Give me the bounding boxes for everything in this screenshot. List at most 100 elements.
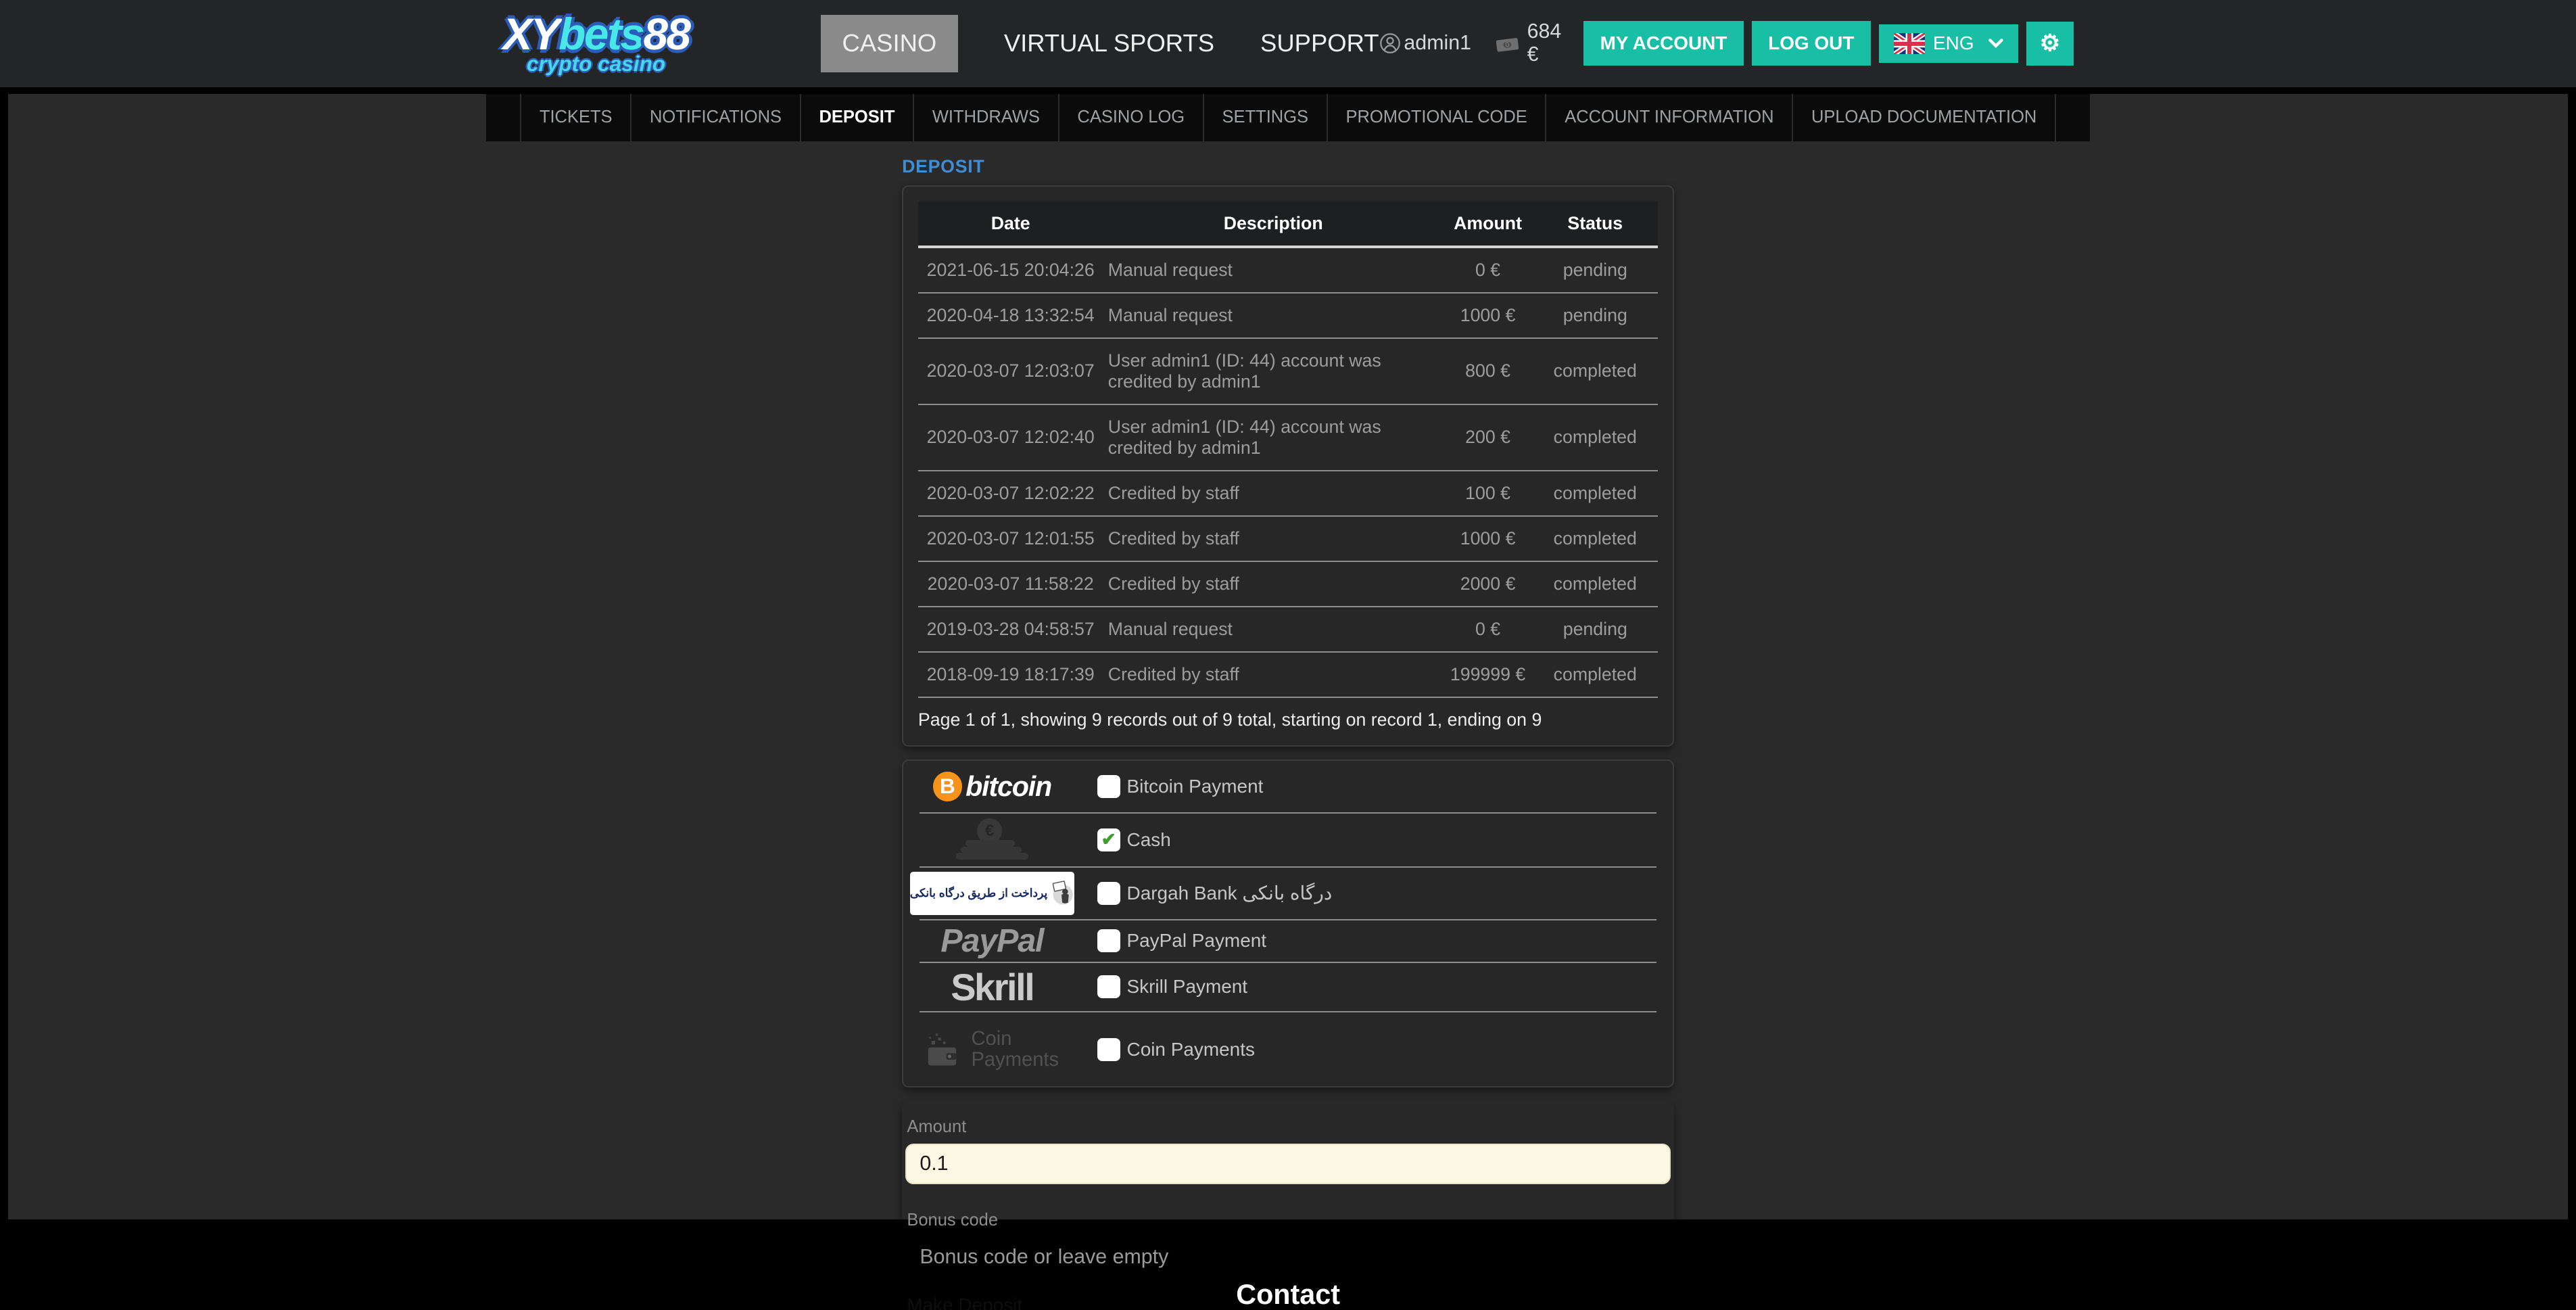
site-logo[interactable]: XYbets88 crypto casino (503, 12, 690, 74)
subnav-item-account-information[interactable]: ACCOUNT INFORMATION (1546, 94, 1793, 141)
payment-row-coin-payments[interactable]: CoinPayments ✔ Coin Payments (920, 1012, 1656, 1086)
table-header-row: DateDescriptionAmountStatus (918, 202, 1658, 247)
cell-status: pending (1532, 607, 1658, 652)
make-deposit-button[interactable]: Make Deposit (907, 1294, 1022, 1310)
payment-row-skrill[interactable]: Skrill ✔ Skrill Payment (920, 963, 1656, 1012)
cell-status: completed (1532, 471, 1658, 516)
footer-contact-title: Contact (0, 1219, 2576, 1310)
user-icon (1379, 32, 1401, 55)
subnav-item-deposit[interactable]: DEPOSIT (801, 94, 914, 141)
column-header-date: Date (918, 202, 1103, 247)
table-row: 2020-03-07 12:01:55Credited by staff1000… (918, 516, 1658, 561)
deposit-history-panel: DateDescriptionAmountStatus 2021-06-15 2… (902, 185, 1674, 747)
log-out-button[interactable]: LOG OUT (1752, 21, 1871, 66)
payment-label: Dargah Bank درگاه بانکی (1127, 882, 1333, 904)
cell-status: completed (1532, 561, 1658, 607)
user-info: admin1 0 684 € (1379, 20, 1576, 66)
table-row: 2020-03-07 11:58:22Credited by staff2000… (918, 561, 1658, 607)
payment-label: Coin Payments (1127, 1039, 1255, 1060)
topnav-item-support[interactable]: SUPPORT (1260, 29, 1379, 57)
subnav-item-withdraws[interactable]: WITHDRAWS (914, 94, 1059, 141)
coin-payments-checkbox[interactable]: ✔ (1097, 1038, 1120, 1061)
dargah-checkbox[interactable]: ✔ (1097, 882, 1120, 905)
footer: Contact (0, 1219, 2576, 1310)
topnav-item-casino[interactable]: CASINO (821, 15, 958, 73)
coin-payments-logo: CoinPayments (920, 1029, 1064, 1070)
cell-description: Credited by staff (1103, 652, 1444, 697)
column-header-amount: Amount (1444, 202, 1532, 247)
cell-status: completed (1532, 652, 1658, 697)
cell-date: 2020-03-07 12:01:55 (918, 516, 1103, 561)
cell-date: 2020-04-18 13:32:54 (918, 293, 1103, 338)
payment-row-cash[interactable]: € ✔ Cash (920, 814, 1656, 868)
cell-amount: 0 € (1444, 247, 1532, 293)
cash-checkbox[interactable]: ✔ (1097, 828, 1120, 851)
cell-amount: 199999 € (1444, 652, 1532, 697)
cell-amount: 100 € (1444, 471, 1532, 516)
cell-date: 2021-06-15 20:04:26 (918, 247, 1103, 293)
dargah-bank-logo: پرداخت از طریق درگاه بانکی (920, 872, 1064, 914)
balance: 684 € (1527, 20, 1576, 66)
topnav-item-virtual-sports[interactable]: VIRTUAL SPORTS (1004, 29, 1214, 57)
cell-date: 2020-03-07 12:02:40 (918, 404, 1103, 471)
subnav-item-tickets[interactable]: TICKETS (520, 94, 631, 141)
deposit-table-body: 2021-06-15 20:04:26Manual request0 €pend… (918, 247, 1658, 697)
payment-label: Cash (1127, 829, 1171, 851)
cell-amount: 0 € (1444, 607, 1532, 652)
paypal-logo: PayPal (920, 922, 1064, 960)
payment-label: PayPal Payment (1127, 930, 1267, 952)
language-selector[interactable]: ENG (1879, 24, 2018, 62)
payment-label: Skrill Payment (1127, 976, 1248, 998)
casino-deposit-page: XYbets88 crypto casino CASINO VIRTUAL SPO… (0, 0, 2576, 1310)
page-body: TICKETSNOTIFICATIONSDEPOSITWITHDRAWSCASI… (8, 94, 2568, 1220)
cell-amount: 200 € (1444, 404, 1532, 471)
username: admin1 (1404, 32, 1471, 55)
cash-logo: € (920, 817, 1064, 863)
cell-description: Credited by staff (1103, 471, 1444, 516)
table-row: 2020-04-18 13:32:54Manual request1000 €p… (918, 293, 1658, 338)
amount-input[interactable] (905, 1144, 1671, 1185)
payment-label: Bitcoin Payment (1127, 776, 1264, 797)
subnav-item-settings[interactable]: SETTINGS (1204, 94, 1328, 141)
subnav-item-upload-documentation[interactable]: UPLOAD DOCUMENTATION (1793, 94, 2056, 141)
cell-date: 2019-03-28 04:58:57 (918, 607, 1103, 652)
cell-status: pending (1532, 247, 1658, 293)
payment-row-paypal[interactable]: PayPal ✔ PayPal Payment (920, 920, 1656, 963)
site-logo-text: XYbets88 (503, 12, 690, 57)
subnav-item-promotional-code[interactable]: PROMOTIONAL CODE (1328, 94, 1547, 141)
skrill-checkbox[interactable]: ✔ (1097, 975, 1120, 998)
cell-description: User admin1 (ID: 44) account was credite… (1103, 338, 1444, 404)
payment-row-bitcoin[interactable]: B bitcoin ✔ Bitcoin Payment (920, 761, 1656, 814)
subnav-item-notifications[interactable]: NOTIFICATIONS (631, 94, 801, 141)
table-row: 2020-03-07 12:02:22Credited by staff100 … (918, 471, 1658, 516)
payment-methods-panel: B bitcoin ✔ Bitcoin Payment € ✔ Cash (902, 759, 1674, 1087)
table-row: 2020-03-07 12:03:07User admin1 (ID: 44) … (918, 338, 1658, 404)
language-label: ENG (1933, 32, 1974, 54)
my-account-button[interactable]: MY ACCOUNT (1583, 21, 1743, 66)
deposit-history-table: DateDescriptionAmountStatus 2021-06-15 2… (918, 202, 1658, 698)
header: XYbets88 crypto casino CASINO VIRTUAL SPO… (0, 0, 2576, 87)
paypal-checkbox[interactable]: ✔ (1097, 929, 1120, 952)
cell-date: 2020-03-07 12:03:07 (918, 338, 1103, 404)
settings-gear-button[interactable]: ⚙ (2026, 22, 2073, 65)
table-row: 2021-06-15 20:04:26Manual request0 €pend… (918, 247, 1658, 293)
table-row: 2018-09-19 18:17:39Credited by staff1999… (918, 652, 1658, 697)
gear-icon: ⚙ (2040, 30, 2061, 57)
cell-date: 2020-03-07 12:02:22 (918, 471, 1103, 516)
cell-status: completed (1532, 516, 1658, 561)
wallet-icon (925, 1029, 964, 1069)
bitcoin-icon: B (933, 772, 963, 801)
table-row: 2020-03-07 12:02:40User admin1 (ID: 44) … (918, 404, 1658, 471)
cell-status: completed (1532, 338, 1658, 404)
cash-icon: € (956, 817, 1028, 863)
bitcoin-checkbox[interactable]: ✔ (1097, 775, 1120, 798)
chevron-down-icon (1988, 39, 2003, 49)
cell-description: Manual request (1103, 293, 1444, 338)
cell-status: pending (1532, 293, 1658, 338)
cell-description: Manual request (1103, 247, 1444, 293)
column-header-status: Status (1532, 202, 1658, 247)
table-row: 2019-03-28 04:58:57Manual request0 €pend… (918, 607, 1658, 652)
payment-row-dargah-bank[interactable]: پرداخت از طریق درگاه بانکی ✔ Dargah Bank… (920, 868, 1656, 920)
subnav-item-casino-log[interactable]: CASINO LOG (1059, 94, 1204, 141)
cell-amount: 2000 € (1444, 561, 1532, 607)
